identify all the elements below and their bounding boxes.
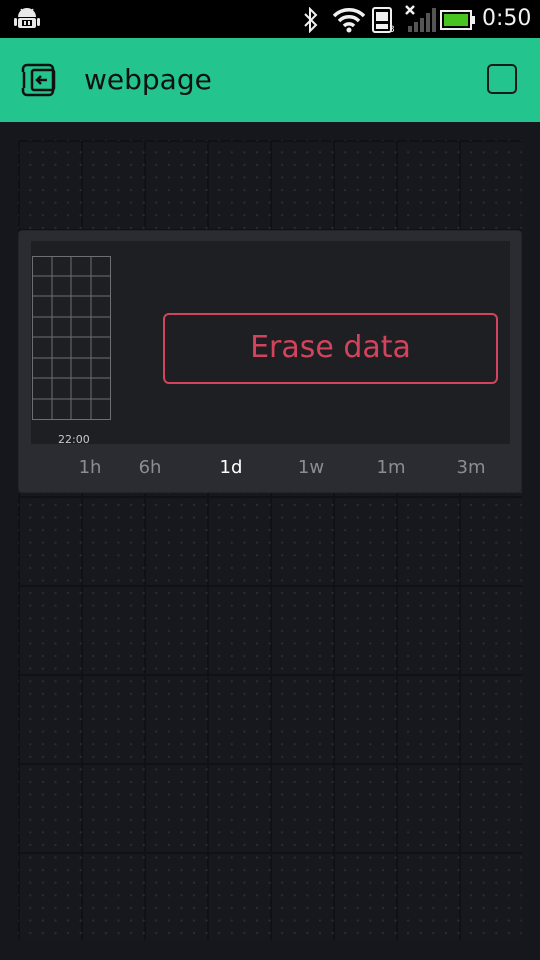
square-icon[interactable]	[487, 64, 517, 94]
exit-icon[interactable]	[20, 60, 60, 100]
range-3m[interactable]: 3m	[446, 456, 496, 480]
app-bar: webpage	[0, 38, 540, 122]
time-range-selector: 1h 6h 1d 1w 1m 3m	[19, 444, 521, 492]
page-title: webpage	[84, 63, 212, 96]
signal-icon	[405, 5, 436, 32]
status-time: 0:50	[482, 6, 532, 31]
range-6h[interactable]: 6h	[125, 456, 175, 480]
chart-grid	[32, 256, 111, 420]
bluetooth-icon	[304, 7, 318, 33]
wifi-icon	[332, 8, 366, 33]
range-1h[interactable]: 1h	[65, 456, 115, 480]
range-1d[interactable]: 1d	[206, 456, 256, 480]
battery-icon	[440, 10, 475, 30]
plot-area: 22:00 Erase data	[31, 241, 510, 446]
range-1w[interactable]: 1w	[286, 456, 336, 480]
status-bar: 3 0:50	[0, 0, 540, 38]
sim-icon: 3	[372, 7, 395, 34]
history-graph-widget: 22:00 Erase data 1h 6h 1d 1w 1m 3m	[19, 231, 521, 492]
svg-text:3: 3	[389, 25, 395, 34]
erase-data-button[interactable]: Erase data	[163, 313, 498, 384]
range-1m[interactable]: 1m	[366, 456, 416, 480]
android-debug-icon	[14, 8, 40, 28]
